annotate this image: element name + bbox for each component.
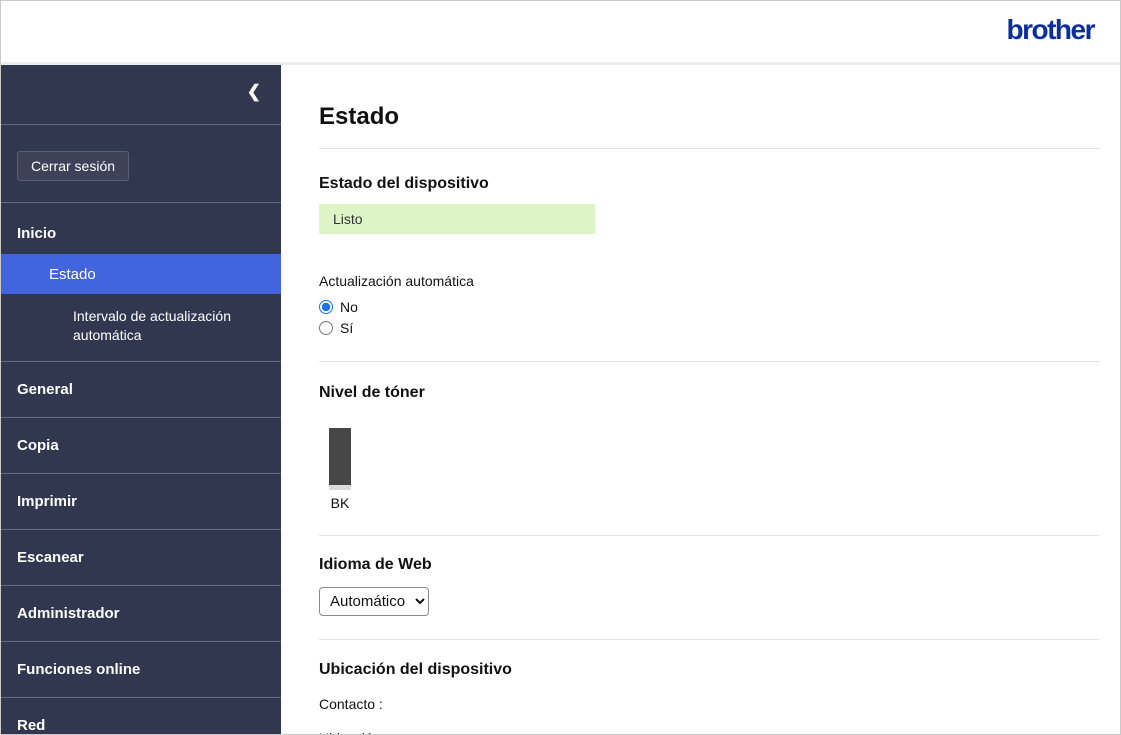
sidebar-item-copia[interactable]: Copia <box>1 418 281 474</box>
sidebar-item-funciones-online[interactable]: Funciones online <box>1 642 281 698</box>
device-status-heading: Estado del dispositivo <box>319 175 489 192</box>
brother-logo: brother <box>1006 13 1096 45</box>
page-title: Estado <box>319 103 400 130</box>
toner-fill <box>329 428 351 486</box>
sidebar-group-inicio: Inicio Estado Intervalo de actualización… <box>1 203 281 362</box>
main-content: Estado Estado del dispositivo Listo Actu… <box>281 65 1120 734</box>
logout-button[interactable]: Cerrar sesión <box>17 151 130 181</box>
auto-refresh-option-label: Sí <box>340 319 354 336</box>
auto-refresh-radio[interactable] <box>319 299 333 314</box>
location-label: Ubicación : <box>319 730 1100 734</box>
sidebar-item-escanear[interactable]: Escanear <box>1 530 281 586</box>
device-location-heading: Ubicación del dispositivo <box>319 661 512 678</box>
web-language-heading: Idioma de Web <box>319 556 432 573</box>
auto-refresh-option-si[interactable]: Sí <box>319 317 1100 338</box>
sidebar: ❮ Cerrar sesión Inicio Estado Intervalo … <box>1 65 281 734</box>
page: brother ❮ Cerrar sesión Inicio Estado In… <box>0 0 1121 735</box>
auto-refresh-label: Actualización automática <box>319 273 474 289</box>
sidebar-top: ❮ <box>1 65 281 125</box>
sidebar-item-administrador[interactable]: Administrador <box>1 586 281 642</box>
logout-row: Cerrar sesión <box>1 125 281 203</box>
toner-cartridge-bk: BK <box>329 428 351 511</box>
divider <box>319 148 1100 149</box>
auto-refresh-option-label: No <box>340 298 358 315</box>
sidebar-collapse-icon[interactable]: ❮ <box>247 83 261 100</box>
sidebar-item-imprimir[interactable]: Imprimir <box>1 474 281 530</box>
auto-refresh-group: No Sí <box>319 296 1100 338</box>
sidebar-item-inicio[interactable]: Inicio <box>1 203 281 254</box>
device-status-value: Listo <box>319 204 595 234</box>
top-header: brother <box>1 1 1120 65</box>
toner-label: BK <box>330 495 350 511</box>
auto-refresh-option-no[interactable]: No <box>319 296 1100 317</box>
divider <box>319 361 1100 362</box>
toner-heading: Nivel de tóner <box>319 384 425 401</box>
web-language-select[interactable]: Automático <box>319 587 429 616</box>
auto-refresh-radio[interactable] <box>319 320 333 335</box>
toner-gauge <box>329 428 351 490</box>
sidebar-item-general[interactable]: General <box>1 362 281 418</box>
divider <box>319 535 1100 536</box>
contact-label: Contacto : <box>319 696 383 712</box>
sidebar-item-intervalo-actualizacion[interactable]: Intervalo de actualización automática <box>1 294 281 349</box>
sidebar-item-estado[interactable]: Estado <box>1 254 281 294</box>
sidebar-item-red[interactable]: Red <box>1 698 281 734</box>
divider <box>319 639 1100 640</box>
